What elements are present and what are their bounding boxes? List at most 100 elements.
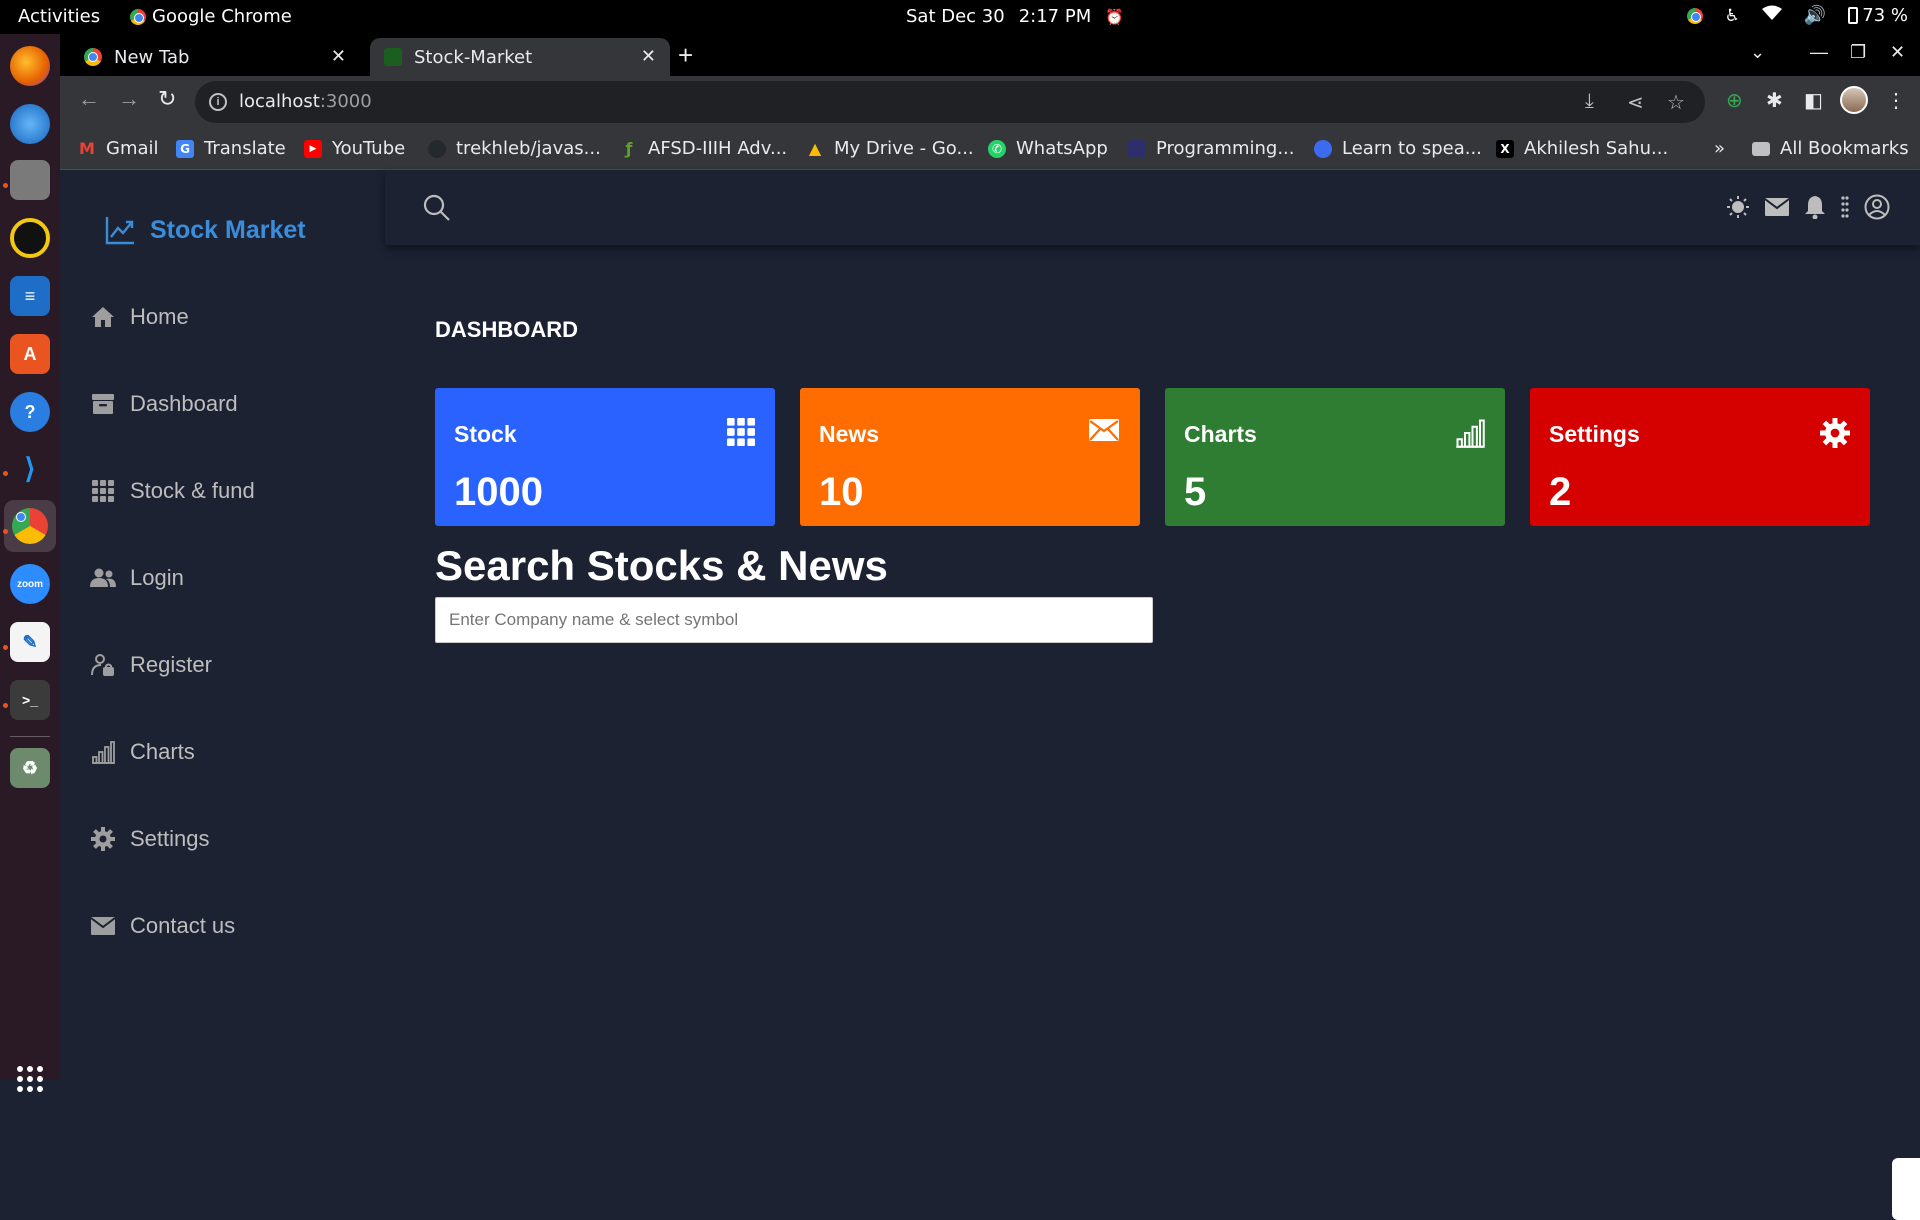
mail-icon[interactable] xyxy=(1764,197,1790,222)
card-value: 10 xyxy=(819,470,864,514)
bookmark-afsd[interactable]: ƒ AFSD-IIIH Adv... xyxy=(620,138,788,159)
tab-title: New Tab xyxy=(114,46,190,68)
extensions-icon[interactable]: ✱ xyxy=(1766,88,1783,113)
company-search-input[interactable] xyxy=(435,597,1153,643)
card-value: 1000 xyxy=(454,470,543,514)
sidebar-item-contact[interactable]: Contact us xyxy=(90,913,235,939)
system-tray[interactable]: ♿ 🔊 73 % xyxy=(1686,5,1908,26)
zoom-icon[interactable]: zoom xyxy=(10,564,50,604)
address-bar[interactable]: i localhost:3000 ⤓ ⋖ ☆ xyxy=(195,81,1705,123)
archive-icon xyxy=(90,391,116,417)
card-title: News xyxy=(819,421,880,447)
restore-button[interactable]: ❐ xyxy=(1850,42,1866,63)
reload-button[interactable]: ↻ xyxy=(158,86,176,112)
help-icon[interactable]: ? xyxy=(10,392,50,432)
vscode-icon[interactable]: ⟩ xyxy=(10,448,50,488)
more-dots-icon[interactable] xyxy=(1840,195,1850,224)
close-tab-icon[interactable]: ✕ xyxy=(641,46,656,67)
sidebar-item-login[interactable]: Login xyxy=(90,565,184,591)
grid-icon xyxy=(90,478,116,504)
side-handle[interactable] xyxy=(1892,1158,1920,1220)
tab-new-tab[interactable]: New Tab ✕ xyxy=(70,38,360,76)
bookmark-gmail[interactable]: M Gmail xyxy=(78,138,158,159)
sidebar-item-register[interactable]: Register xyxy=(90,652,212,678)
more-bookmarks-button[interactable]: » xyxy=(1714,138,1725,159)
close-tab-icon[interactable]: ✕ xyxy=(331,46,346,67)
site-info-icon[interactable]: i xyxy=(209,93,227,111)
software-icon[interactable]: A xyxy=(10,334,50,374)
thunderbird-icon[interactable] xyxy=(10,104,50,144)
bookmark-programming[interactable]: Programming... xyxy=(1128,138,1294,159)
minimize-button[interactable]: — xyxy=(1810,42,1828,63)
card-title: Stock xyxy=(454,421,517,447)
forward-button[interactable]: → xyxy=(118,86,140,112)
extension-plus-icon[interactable]: ⊕ xyxy=(1726,88,1743,113)
battery-label: 73 % xyxy=(1862,5,1908,26)
gear-icon xyxy=(1820,418,1850,453)
bookmark-x[interactable]: X Akhilesh Sahu... xyxy=(1496,138,1668,159)
user-profile-icon[interactable] xyxy=(1864,194,1890,225)
side-panel-icon[interactable]: ◧ xyxy=(1804,88,1823,113)
share-icon[interactable]: ⋖ xyxy=(1627,90,1644,115)
bookmark-youtube[interactable]: ▶ YouTube xyxy=(304,138,405,159)
sidebar-item-label: Charts xyxy=(130,739,195,764)
bookmark-drive[interactable]: ▲ My Drive - Go... xyxy=(806,138,974,159)
terminal-icon[interactable]: >_ xyxy=(10,680,50,720)
app-menu[interactable]: Google Chrome xyxy=(130,6,292,27)
chrome-menu-icon[interactable]: ⋮ xyxy=(1886,88,1906,113)
settings-card[interactable]: Settings 2 xyxy=(1530,388,1870,526)
accessibility-icon[interactable]: ♿ xyxy=(1725,6,1740,26)
all-bookmarks-button[interactable]: All Bookmarks xyxy=(1752,138,1909,159)
sidebar-item-home[interactable]: Home xyxy=(90,304,189,330)
sidebar-item-settings[interactable]: Settings xyxy=(90,826,210,852)
charts-card[interactable]: Charts 5 xyxy=(1165,388,1505,526)
firefox-icon[interactable] xyxy=(10,46,50,86)
youtube-icon: ▶ xyxy=(304,139,322,158)
tab-stock-market[interactable]: Stock-Market ✕ xyxy=(370,38,670,76)
bookmark-github[interactable]: trekhleb/javas... xyxy=(428,138,601,159)
files-icon[interactable] xyxy=(10,160,50,200)
tab-search-icon[interactable]: ⌄ xyxy=(1750,42,1765,63)
running-indicator xyxy=(3,183,8,188)
trash-icon[interactable]: ♻ xyxy=(10,748,50,788)
whatsapp-icon: ✆ xyxy=(988,139,1006,158)
bell-icon[interactable] xyxy=(1804,195,1826,224)
chrome-favicon-icon xyxy=(84,48,102,66)
battery-icon xyxy=(1848,7,1859,24)
folder-icon xyxy=(1752,141,1770,156)
activities-button[interactable]: Activities xyxy=(18,6,100,27)
writer-icon[interactable]: ≡ xyxy=(10,276,50,316)
theme-toggle-icon[interactable] xyxy=(1726,195,1750,224)
clock[interactable]: Sat Dec 30 2:17 PM ⏰ xyxy=(906,6,1124,27)
running-indicator xyxy=(3,645,8,650)
back-button[interactable]: ← xyxy=(78,86,100,112)
sidebar-item-charts[interactable]: Charts xyxy=(90,739,195,765)
bookmark-whatsapp[interactable]: ✆ WhatsApp xyxy=(988,138,1108,159)
bookmark-translate[interactable]: G Translate xyxy=(176,138,286,159)
brand-logo[interactable]: Stock Market xyxy=(104,214,306,246)
news-card[interactable]: News 10 xyxy=(800,388,1140,526)
chrome-icon xyxy=(130,8,146,25)
card-value: 2 xyxy=(1549,470,1572,514)
rhythmbox-icon[interactable] xyxy=(10,218,50,258)
stock-card[interactable]: Stock 1000 xyxy=(435,388,775,526)
show-apps-icon[interactable] xyxy=(17,1066,43,1092)
battery-indicator: 73 % xyxy=(1848,5,1908,26)
install-app-icon[interactable]: ⤓ xyxy=(1585,90,1594,113)
bookmark-learn[interactable]: Learn to spea... xyxy=(1314,138,1482,159)
text-editor-icon[interactable]: ✎ xyxy=(10,622,50,662)
profile-avatar[interactable] xyxy=(1840,86,1868,114)
chrome-dock-icon[interactable] xyxy=(10,506,50,546)
search-icon[interactable] xyxy=(423,194,451,227)
sidebar-item-dashboard[interactable]: Dashboard xyxy=(90,391,238,417)
tab-strip: New Tab ✕ Stock-Market ✕ + ⌄ — ❐ ✕ xyxy=(60,34,1920,76)
bookmark-star-icon[interactable]: ☆ xyxy=(1667,90,1685,115)
sidebar-item-stock-fund[interactable]: Stock & fund xyxy=(90,478,255,504)
new-tab-button[interactable]: + xyxy=(678,40,693,71)
volume-icon: 🔊 xyxy=(1803,5,1827,26)
envelope-icon xyxy=(1088,418,1120,447)
url-text[interactable]: localhost:3000 xyxy=(239,91,372,112)
brand-name: Stock Market xyxy=(150,215,306,244)
close-window-button[interactable]: ✕ xyxy=(1890,42,1905,63)
card-title: Settings xyxy=(1549,421,1640,447)
